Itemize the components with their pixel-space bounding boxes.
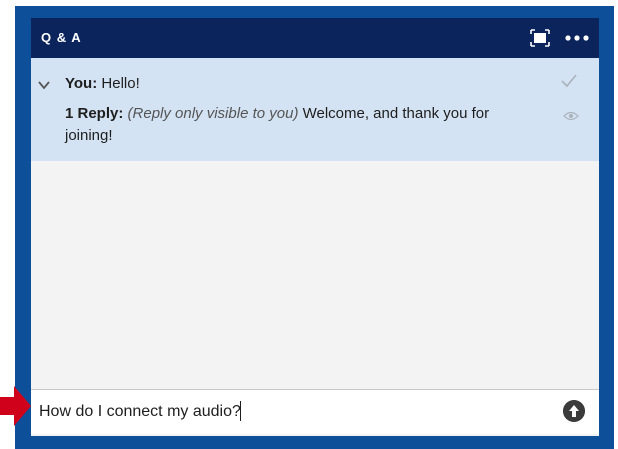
send-icon[interactable] <box>563 400 585 422</box>
question-text: Hello! <box>101 75 140 92</box>
check-icon[interactable] <box>560 72 578 90</box>
reply: 1 Reply: (Reply only visible to you) Wel… <box>65 103 515 147</box>
reply-label: 1 Reply: <box>65 105 124 122</box>
question-line: You: Hello! <box>65 75 140 92</box>
question-thread: You: Hello! 1 Reply: (Reply only visible… <box>31 58 599 161</box>
question-list-area <box>31 161 599 389</box>
chevron-down-icon[interactable] <box>37 78 51 92</box>
expand-icon[interactable] <box>528 26 552 50</box>
more-icon[interactable] <box>563 26 591 50</box>
eye-icon[interactable] <box>563 110 579 122</box>
text-caret <box>240 401 241 421</box>
composer <box>31 389 599 434</box>
reply-note: (Reply only visible to you) <box>127 105 299 122</box>
question-input[interactable] <box>39 398 539 426</box>
pointer-arrow-icon <box>0 386 31 426</box>
question-author: You: <box>65 75 98 92</box>
qa-panel: Q & A You: Hello! 1 Reply: (Reply only v… <box>31 18 599 436</box>
panel-title: Q & A <box>41 30 82 45</box>
panel-header: Q & A <box>31 18 599 58</box>
